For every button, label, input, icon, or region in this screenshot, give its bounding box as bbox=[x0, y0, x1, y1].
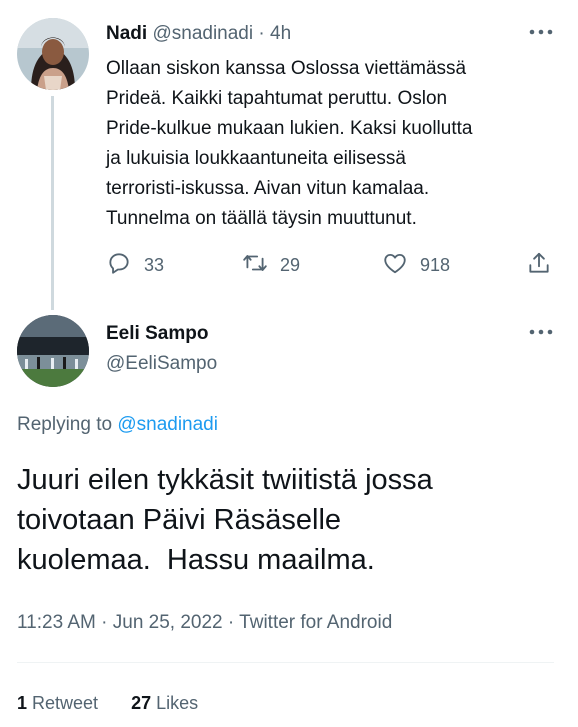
likes-stat[interactable]: 27 Likes bbox=[131, 690, 198, 716]
reply-bubble-icon bbox=[106, 250, 132, 281]
avatar[interactable] bbox=[17, 18, 89, 90]
divider bbox=[17, 662, 554, 663]
avatar[interactable] bbox=[17, 315, 89, 387]
more-horizontal-icon[interactable] bbox=[528, 22, 554, 42]
like-count: 918 bbox=[420, 254, 451, 275]
tweet-text-line: Juuri eilen tykkäsit twiitistä jossa bbox=[17, 464, 433, 496]
tweet-actions: 33 29 918 bbox=[106, 250, 556, 280]
share-upload-icon bbox=[526, 250, 552, 281]
likes-label: Likes bbox=[151, 693, 199, 713]
reply-button[interactable]: 33 bbox=[106, 250, 164, 280]
mention-link[interactable]: @snadinadi bbox=[117, 414, 218, 435]
author-handle[interactable]: @snadinadi bbox=[152, 23, 253, 44]
tweet-text-line: Ollaan siskon kanssa Oslossa viettämässä bbox=[106, 58, 467, 79]
tweet-text: Juuri eilen tykkäsit twiitistä jossa toi… bbox=[17, 460, 557, 580]
share-button[interactable] bbox=[526, 250, 552, 280]
separator-dot: · bbox=[253, 23, 270, 44]
tweet-text-line: toivotaan Päivi Räsäselle bbox=[17, 504, 342, 536]
thread-line bbox=[51, 96, 54, 310]
tweet-stats: 1 Retweet 27 Likes bbox=[17, 690, 198, 716]
retweet-arrows-icon bbox=[242, 250, 268, 281]
parent-tweet-text: Ollaan siskon kanssa Oslossa viettämässä… bbox=[106, 54, 546, 234]
tweet-text-line: ja lukuisia loukkaantuneita eilisessä bbox=[106, 148, 406, 169]
more-horizontal-icon[interactable] bbox=[528, 322, 554, 342]
tweet-text-line: Prideä. Kaikki tapahtumat peruttu. Oslon bbox=[106, 88, 448, 109]
parent-tweet-header: Nadi @snadinadi · 4h bbox=[106, 22, 291, 46]
tweet-time[interactable]: 4h bbox=[270, 23, 291, 44]
replying-to-label: Replying to bbox=[17, 414, 118, 435]
tweet-text-line: kuolemaa. Hassu maailma. bbox=[17, 544, 375, 576]
author-name[interactable]: Eeli Sampo bbox=[106, 322, 208, 346]
likes-count: 27 bbox=[131, 693, 152, 713]
tweet-text-line: Pride-kulkue mukaan lukien. Kaksi kuollu… bbox=[106, 118, 473, 139]
tweet-text-line: terroristi-iskussa. Aivan vitun kamalaa. bbox=[106, 178, 430, 199]
parent-tweet[interactable]: Nadi @snadinadi · 4h Ollaan siskon kanss… bbox=[0, 0, 578, 310]
author-handle[interactable]: @EeliSampo bbox=[106, 352, 217, 376]
heart-icon bbox=[382, 250, 408, 281]
retweets-label: Retweet bbox=[27, 693, 99, 713]
retweets-stat[interactable]: 1 Retweet bbox=[17, 690, 98, 716]
tweet-text-line: Tunnelma on täällä täysin muuttunut. bbox=[106, 208, 417, 229]
reply-count: 33 bbox=[144, 254, 165, 275]
like-button[interactable]: 918 bbox=[382, 250, 450, 280]
retweet-button[interactable]: 29 bbox=[242, 250, 300, 280]
tweet-timestamp[interactable]: 11:23 AM · Jun 25, 2022 · Twitter for An… bbox=[17, 610, 392, 636]
author-name[interactable]: Nadi bbox=[106, 23, 147, 44]
replying-to: Replying to @snadinadi bbox=[17, 412, 218, 438]
retweets-count: 1 bbox=[17, 693, 28, 713]
retweet-count: 29 bbox=[280, 254, 301, 275]
